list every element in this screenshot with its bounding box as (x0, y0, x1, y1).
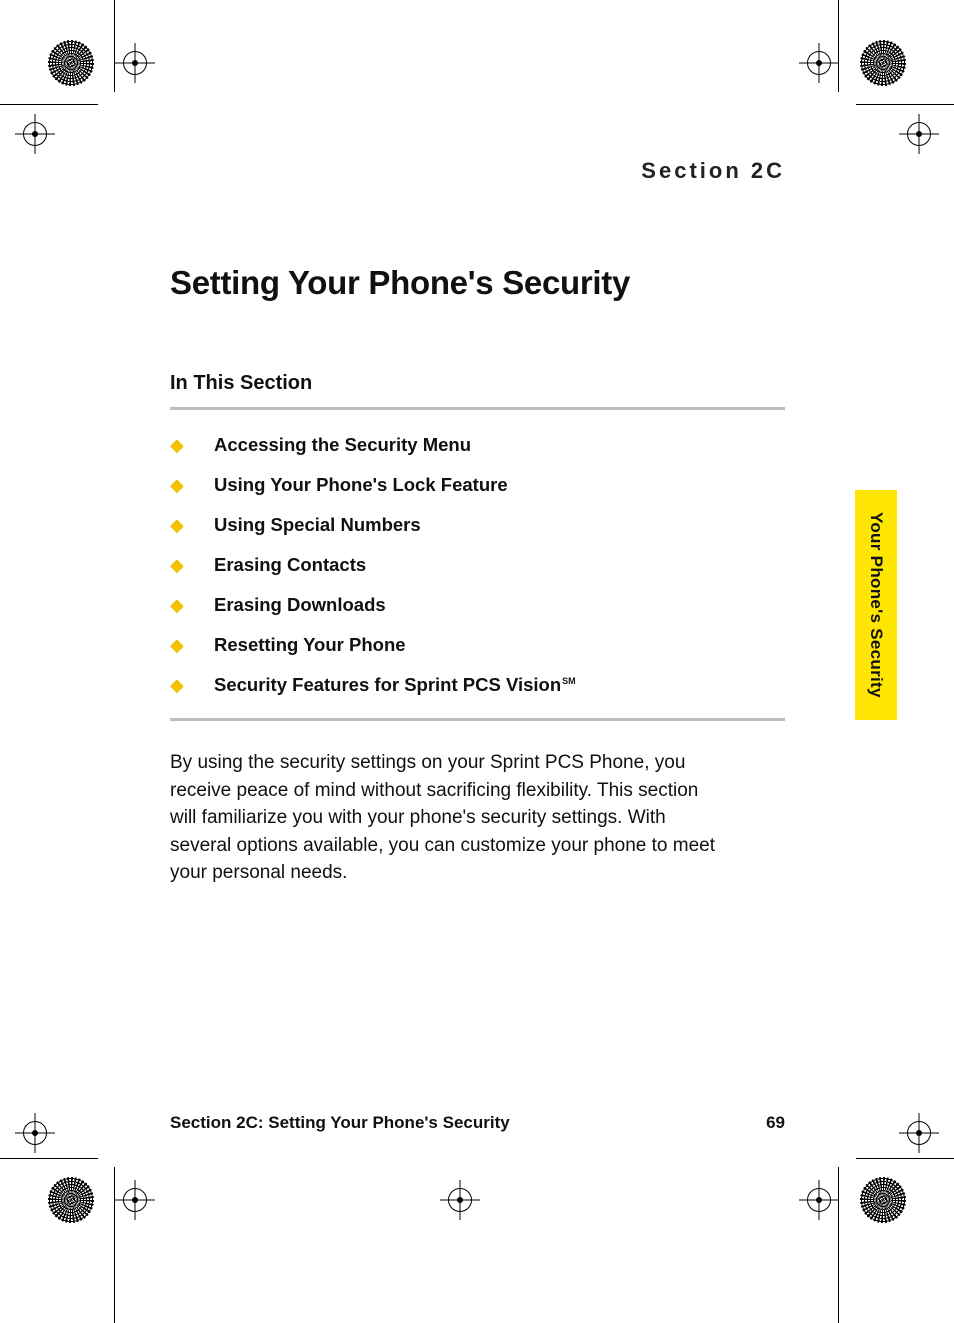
toc-label: Security Features for Sprint PCS VisionS… (214, 674, 576, 696)
section-tab: Your Phone's Security (855, 490, 897, 720)
intro-paragraph: By using the security settings on your S… (170, 749, 730, 887)
divider-bottom (170, 718, 785, 721)
diamond-bullet-icon: ◆ (170, 676, 214, 694)
toc-item: ◆ Resetting Your Phone (170, 634, 785, 656)
toc-label: Erasing Downloads (214, 594, 386, 616)
page-footer: Section 2C: Setting Your Phone's Securit… (170, 1113, 785, 1133)
toc-label: Using Special Numbers (214, 514, 421, 536)
page-content: Section 2C Setting Your Phone's Security… (170, 158, 785, 887)
toc-item: ◆ Erasing Downloads (170, 594, 785, 616)
subheading: In This Section (170, 372, 785, 395)
footer-page-number: 69 (766, 1113, 785, 1133)
toc-label: Resetting Your Phone (214, 634, 406, 656)
diamond-bullet-icon: ◆ (170, 436, 214, 454)
page-title: Setting Your Phone's Security (170, 264, 785, 302)
toc-item: ◆ Erasing Contacts (170, 554, 785, 576)
toc-item: ◆ Using Special Numbers (170, 514, 785, 536)
toc-list: ◆ Accessing the Security Menu ◆ Using Yo… (170, 434, 785, 696)
toc-item: ◆ Security Features for Sprint PCS Visio… (170, 674, 785, 696)
diamond-bullet-icon: ◆ (170, 556, 214, 574)
toc-item: ◆ Using Your Phone's Lock Feature (170, 474, 785, 496)
divider-top (170, 407, 785, 410)
diamond-bullet-icon: ◆ (170, 516, 214, 534)
toc-label: Using Your Phone's Lock Feature (214, 474, 508, 496)
footer-section: Section 2C: Setting Your Phone's Securit… (170, 1113, 510, 1133)
diamond-bullet-icon: ◆ (170, 596, 214, 614)
toc-label-text: Security Features for Sprint PCS Vision (214, 674, 561, 695)
diamond-bullet-icon: ◆ (170, 636, 214, 654)
diamond-bullet-icon: ◆ (170, 476, 214, 494)
toc-item: ◆ Accessing the Security Menu (170, 434, 785, 456)
section-tab-label: Your Phone's Security (866, 512, 886, 698)
section-label: Section 2C (170, 158, 785, 184)
service-mark: SM (562, 676, 576, 686)
toc-label: Erasing Contacts (214, 554, 366, 576)
toc-label: Accessing the Security Menu (214, 434, 471, 456)
